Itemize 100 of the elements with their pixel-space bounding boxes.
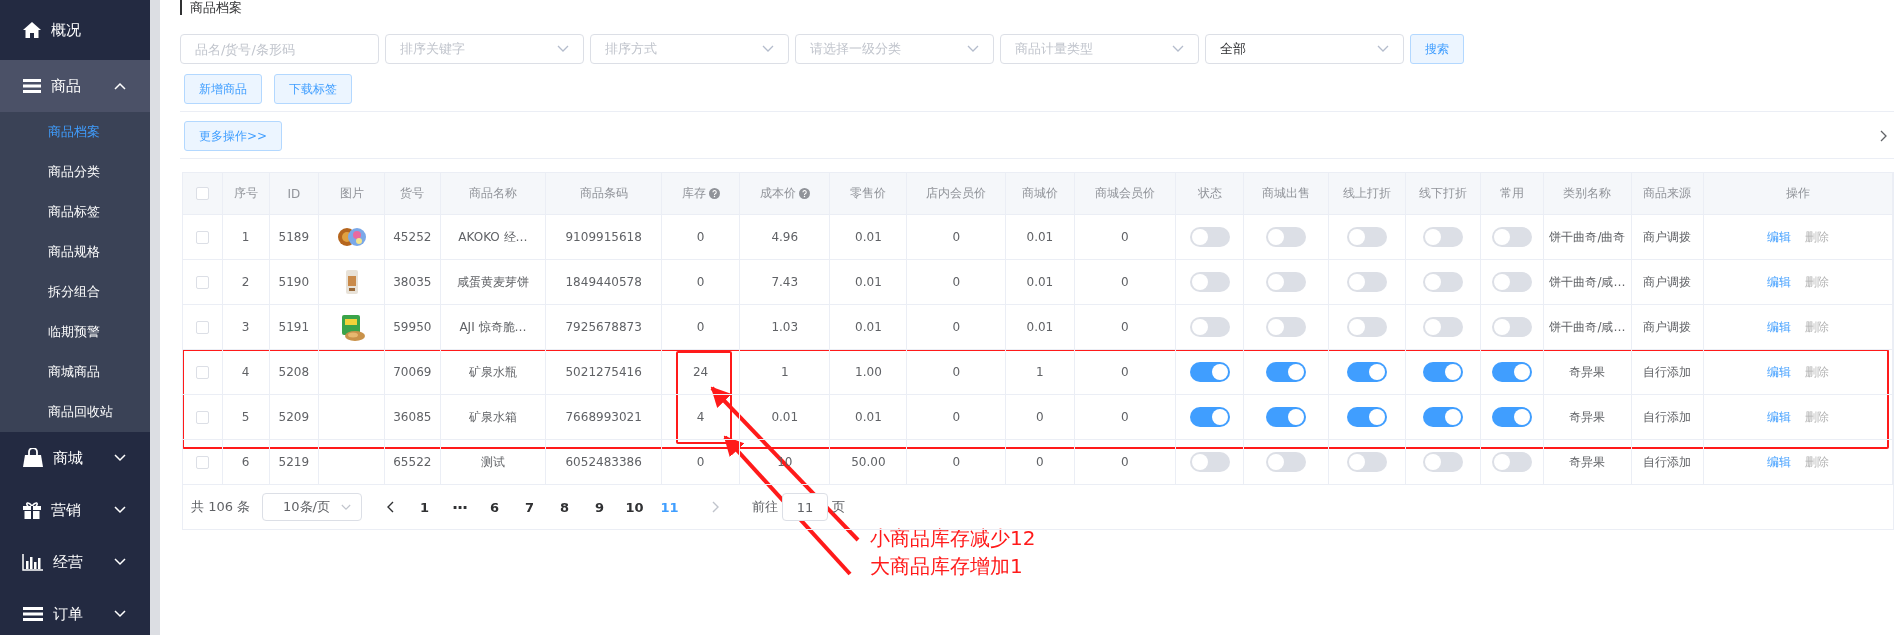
checkbox[interactable] [195,275,209,289]
toggle-switch[interactable] [1423,272,1464,292]
toggle-switch[interactable] [1189,407,1230,427]
toggle-switch[interactable] [1423,407,1464,427]
submenu-item[interactable]: 商城商品 [0,352,150,392]
table-cell: 1 [241,230,250,244]
list-icon [22,606,44,622]
page-number[interactable]: 8 [547,499,583,515]
submenu-item[interactable]: 拆分组合 [0,272,150,312]
toggle-switch[interactable] [1266,227,1306,247]
select-field[interactable]: 全部 [1205,34,1404,64]
table-cell: 商户调拨 [1643,273,1692,291]
nav-item[interactable]: 营销 [0,484,150,536]
checkbox[interactable] [195,187,209,200]
table-cell: 0 [952,320,961,334]
column-header: 成本价 [759,185,796,202]
toggle-switch[interactable] [1266,407,1306,427]
table-cell: 0 [696,320,705,334]
search-field[interactable]: 品名/货号/条形码 [180,34,379,64]
table-cell: 5208 [278,365,310,379]
toggle-switch[interactable] [1346,407,1387,427]
toggle-switch[interactable] [1492,362,1533,382]
table-cell: 59950 [393,320,432,334]
page-number[interactable]: 1 [407,499,443,515]
table-cell: 商户调拨 [1643,228,1692,246]
chevron-down-icon [1377,45,1389,53]
toggle-switch[interactable] [1423,317,1464,337]
table-cell: 5219 [278,455,310,469]
column-header: 商城价 [1021,185,1058,202]
toggle-switch[interactable] [1189,362,1230,382]
submenu-item[interactable]: 商品分类 [0,152,150,192]
toggle-switch[interactable] [1492,407,1533,427]
toggle-switch[interactable] [1346,452,1387,472]
toggle-switch[interactable] [1492,317,1533,337]
more-pages[interactable]: ··· [442,497,478,517]
nav-item[interactable]: 商城 [0,432,150,484]
table-cell: 0 [952,230,961,244]
toggle-switch[interactable] [1189,452,1230,472]
column-header: 零售价 [850,185,887,202]
toggle-switch[interactable] [1189,227,1230,247]
submenu-item[interactable]: 临期预警 [0,312,150,352]
checkbox[interactable] [195,230,209,244]
toggle-switch[interactable] [1492,227,1533,247]
column-header: 库存 [681,185,706,202]
table-cell: 矿泉水瓶 [468,363,517,381]
toggle-switch[interactable] [1266,452,1306,472]
table-cell: 4 [241,365,250,379]
toggle-switch[interactable] [1346,362,1387,382]
toggle-switch[interactable] [1492,452,1533,472]
checkbox[interactable] [195,320,209,334]
toggle-switch[interactable] [1189,272,1230,292]
table-cell: 1 [1036,365,1044,379]
toggle-switch[interactable] [1423,227,1464,247]
nav-item[interactable]: 订单 [0,588,150,635]
table-cell: 36085 [393,410,432,424]
toggle-switch[interactable] [1423,452,1464,472]
column-header: 类别名称 [1563,185,1612,202]
table-cell: 7925678873 [565,320,642,334]
column-header: 线下打折 [1419,185,1468,202]
table-cell: 0 [1120,230,1129,244]
toggle-switch[interactable] [1346,272,1387,292]
checkbox[interactable] [195,365,209,379]
page-size-select[interactable]: 10条/页 [262,493,363,521]
toggle-switch[interactable] [1266,317,1306,337]
menu-icon [22,78,42,94]
chevron-right-icon[interactable] [1880,130,1888,142]
submenu-item[interactable]: 商品标签 [0,192,150,232]
table-cell: 测试 [480,453,505,471]
toggle-switch[interactable] [1266,362,1306,382]
table-cell: 饼干曲奇/曲奇 [1549,228,1626,246]
submenu-item[interactable]: 商品档案 [0,112,150,152]
page-number[interactable]: 7 [512,499,548,515]
toggle-switch[interactable] [1346,317,1387,337]
page-input[interactable]: 11 [782,493,829,521]
table-cell: 0 [952,275,961,289]
checkbox[interactable] [195,455,209,469]
chevron-up-icon [114,82,126,90]
table-cell: 0.01 [855,320,882,334]
toggle-switch[interactable] [1266,272,1306,292]
table-cell: 0 [1120,455,1129,469]
submenu-item[interactable]: 商品规格 [0,232,150,272]
bar-chart-icon [22,553,44,571]
table-cell: 5190 [278,275,310,289]
submenu-item[interactable]: 商品回收站 [0,392,150,432]
nav-item[interactable]: 概况 [0,0,150,60]
page-number[interactable]: 10 [617,499,653,515]
toggle-switch[interactable] [1189,317,1230,337]
table-cell: 1849440578 [565,275,642,289]
checkbox[interactable] [195,410,209,424]
toggle-switch[interactable] [1492,272,1533,292]
table-cell: 0.01 [1026,320,1054,334]
nav-item[interactable]: 商品 [0,60,150,112]
toggle-switch[interactable] [1423,362,1464,382]
page-number[interactable]: 9 [582,499,618,515]
column-header: 商品条码 [579,185,628,202]
page-number[interactable]: 6 [477,499,513,515]
nav-item[interactable]: 经营 [0,536,150,588]
toggle-switch[interactable] [1346,227,1387,247]
table-cell: 7.43 [771,275,799,289]
chevron-left-icon[interactable] [387,501,396,513]
